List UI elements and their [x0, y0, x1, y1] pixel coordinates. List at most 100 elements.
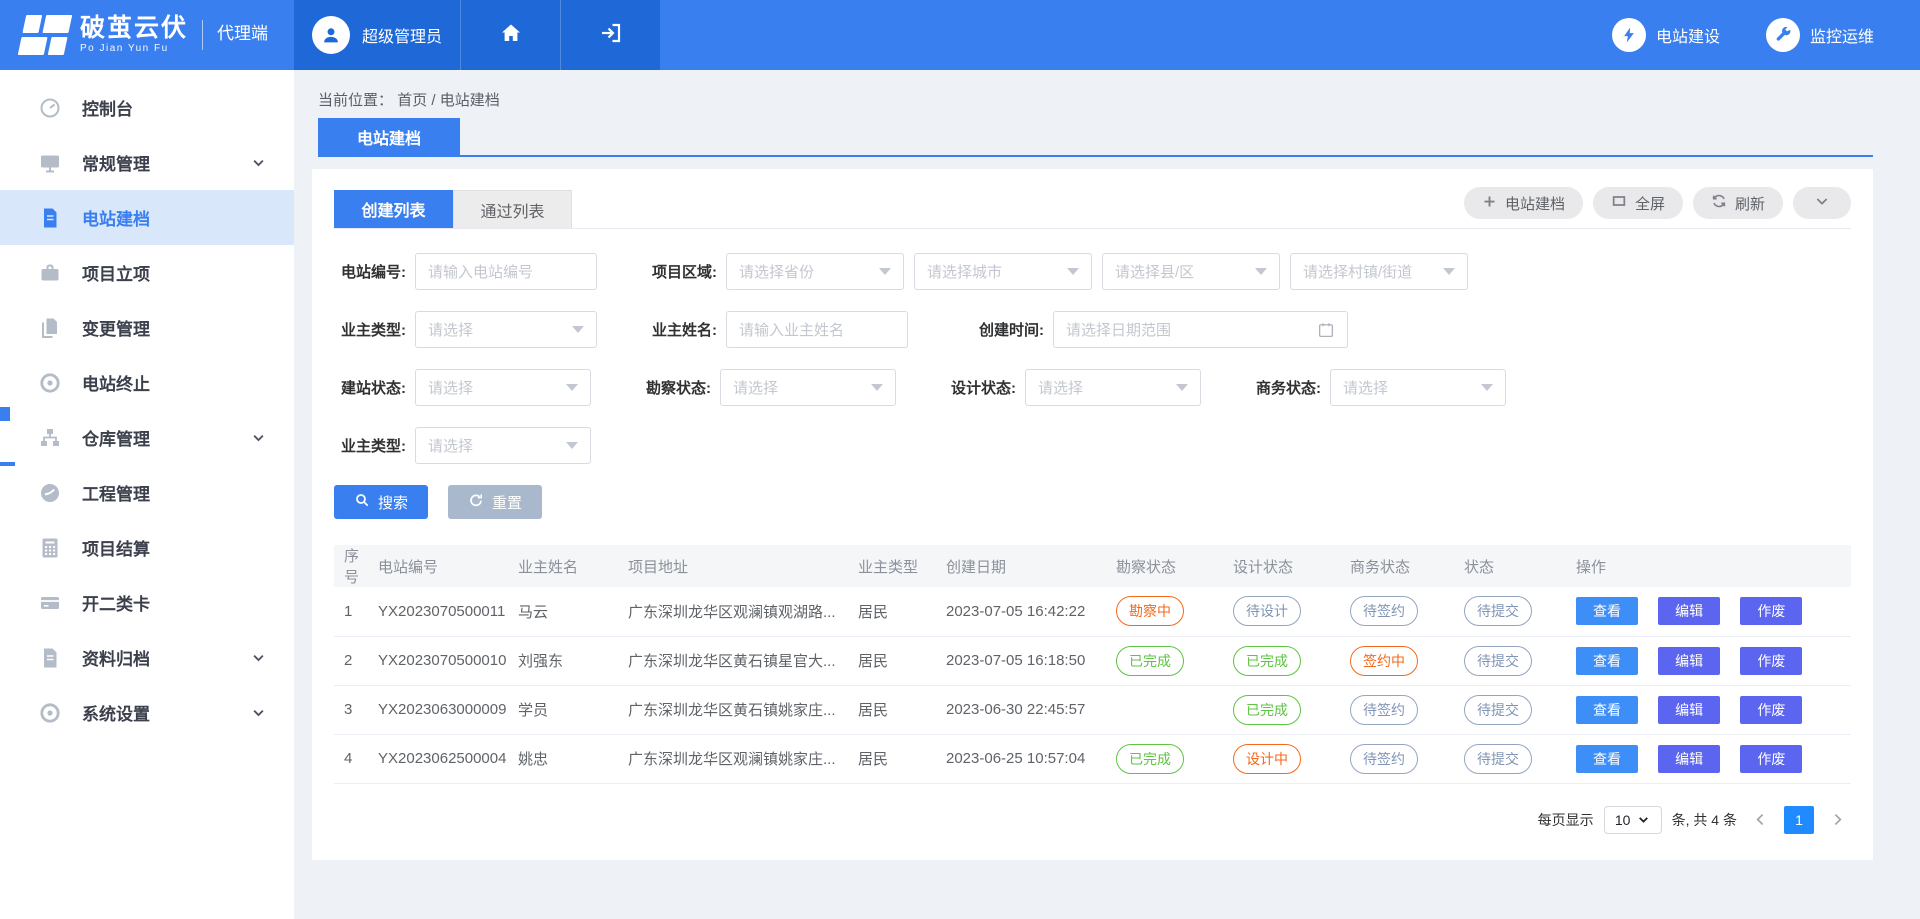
date-range-input[interactable]: 请选择日期范围 — [1053, 311, 1348, 348]
sidebar-item-engineering-mgmt[interactable]: 工程管理 — [0, 465, 294, 520]
owner-type2-label: 业主类型: — [334, 435, 406, 456]
cell-station-no: YX2023062500004 — [378, 734, 518, 783]
design-status-select[interactable]: 请选择 — [1025, 369, 1201, 406]
build-status-select[interactable]: 请选择 — [415, 369, 591, 406]
next-page-button[interactable] — [1824, 811, 1851, 828]
total-count-label: 条, 共 4 条 — [1672, 810, 1737, 830]
fullscreen-button[interactable]: 全屏 — [1593, 187, 1683, 219]
col-owner-type: 业主类型 — [858, 545, 946, 587]
view-button[interactable]: 查看 — [1576, 647, 1638, 675]
table-row: 1 YX2023070500011 马云 广东深圳龙华区观澜镇观湖路... 居民… — [334, 587, 1851, 636]
breadcrumb: 当前位置： 首页 / 电站建档 — [294, 70, 1920, 110]
owner-type-select[interactable]: 请选择 — [415, 311, 597, 348]
owner-type2-select[interactable]: 请选择 — [415, 427, 591, 464]
invalidate-button[interactable]: 作废 — [1740, 647, 1802, 675]
cell-station-no: YX2023070500010 — [378, 636, 518, 685]
divider — [202, 20, 203, 50]
edit-button[interactable]: 编辑 — [1658, 696, 1720, 724]
edit-button[interactable]: 编辑 — [1658, 647, 1720, 675]
sidebar-item-project-initiation[interactable]: 项目立项 — [0, 245, 294, 300]
sidebar-item-label: 控制台 — [82, 95, 133, 120]
sidebar-item-label: 电站终止 — [82, 370, 150, 395]
breadcrumb-home-link[interactable]: 首页 — [397, 92, 427, 109]
sidebar-item-system-settings[interactable]: 系统设置 — [0, 685, 294, 740]
cell-owner-type: 居民 — [858, 587, 946, 636]
sidebar-item-general-mgmt[interactable]: 常规管理 — [0, 135, 294, 190]
sidebar-item-label: 资料归档 — [82, 645, 150, 670]
table-header-row: 序号 电站编号 业主姓名 项目地址 业主类型 创建日期 勘察状态 设计状态 商务… — [334, 545, 1851, 587]
cell-index: 2 — [334, 636, 378, 685]
sidebar-item-console[interactable]: 控制台 — [0, 80, 294, 135]
survey-status-select[interactable]: 请选择 — [720, 369, 896, 406]
view-button[interactable]: 查看 — [1576, 696, 1638, 724]
collapse-button[interactable] — [1793, 187, 1851, 219]
edit-button[interactable]: 编辑 — [1658, 745, 1720, 773]
village-select[interactable]: 请选择村镇/街道 — [1290, 253, 1468, 290]
stop-circle-icon — [38, 371, 62, 395]
edit-button[interactable]: 编辑 — [1658, 597, 1720, 625]
sidebar-item-station-archive[interactable]: 电站建档 — [0, 190, 294, 245]
col-index: 序号 — [334, 545, 378, 587]
view-button[interactable]: 查看 — [1576, 745, 1638, 773]
nav-station-build[interactable]: 电站建设 — [1612, 18, 1720, 52]
pages-icon — [38, 316, 62, 340]
province-select[interactable]: 请选择省份 — [726, 253, 904, 290]
reset-button[interactable]: 重置 — [448, 485, 542, 519]
tab-station-archive[interactable]: 电站建档 — [318, 118, 460, 155]
sidebar-item-station-terminate[interactable]: 电站终止 — [0, 355, 294, 410]
filter-buttons: 搜索 重置 — [334, 485, 1851, 519]
nav-monitor-ops[interactable]: 监控运维 — [1766, 18, 1874, 52]
logout-button[interactable] — [560, 0, 660, 70]
cell-created: 2023-06-25 10:57:04 — [946, 734, 1116, 783]
city-select[interactable]: 请选择城市 — [914, 253, 1092, 290]
stations-table: 序号 电站编号 业主姓名 项目地址 业主类型 创建日期 勘察状态 设计状态 商务… — [334, 545, 1851, 784]
survey-status-badge: 勘察中 — [1116, 596, 1184, 626]
business-status-select[interactable]: 请选择 — [1330, 369, 1506, 406]
sidebar-item-open-card[interactable]: 开二类卡 — [0, 575, 294, 630]
sidebar-item-change-mgmt[interactable]: 变更管理 — [0, 300, 294, 355]
status-badge: 待提交 — [1464, 695, 1532, 725]
survey-status-label: 勘察状态: — [639, 377, 711, 398]
sidebar-item-warehouse-mgmt[interactable]: 仓库管理 — [0, 410, 294, 465]
logo[interactable]: 破茧云伏 Po Jian Yun Fu 代理端 — [0, 0, 294, 70]
create-station-button[interactable]: 电站建档 — [1464, 187, 1583, 219]
business-status-badge: 待签约 — [1350, 744, 1418, 774]
per-page-select[interactable]: 10 — [1604, 806, 1662, 834]
col-survey-status: 勘察状态 — [1116, 545, 1233, 587]
status-badge: 待提交 — [1464, 744, 1532, 774]
sidebar-item-project-settlement[interactable]: 项目结算 — [0, 520, 294, 575]
page-1-button[interactable]: 1 — [1784, 806, 1814, 834]
logout-icon — [599, 21, 623, 50]
tab-passed-list[interactable]: 通过列表 — [453, 190, 572, 228]
breadcrumb-current: 电站建档 — [440, 92, 500, 109]
owner-type-label: 业主类型: — [334, 319, 406, 340]
filter-row-1: 电站编号: 请输入电站编号 项目区域: 请选择省份 请选择城市 请选择县/区 — [334, 253, 1851, 290]
col-owner-name: 业主姓名 — [518, 545, 628, 587]
sidebar-item-label: 电站建档 — [82, 205, 150, 230]
prev-page-button[interactable] — [1747, 811, 1774, 828]
invalidate-button[interactable]: 作废 — [1740, 597, 1802, 625]
cell-address: 广东深圳龙华区观澜镇姚家庄... — [628, 734, 858, 783]
sidebar-item-data-archive[interactable]: 资料归档 — [0, 630, 294, 685]
station-no-input[interactable]: 请输入电站编号 — [415, 253, 597, 290]
invalidate-button[interactable]: 作废 — [1740, 745, 1802, 773]
table-row: 2 YX2023070500010 刘强东 广东深圳龙华区黄石镇星官大... 居… — [334, 636, 1851, 685]
lightning-icon — [1612, 18, 1646, 52]
cell-owner-name: 学员 — [518, 685, 628, 734]
filter-row-3: 建站状态: 请选择 勘察状态: 请选择 设计状态: 请选择 商务状态: 请选择 — [334, 369, 1851, 406]
home-button[interactable] — [460, 0, 560, 70]
invalidate-button[interactable]: 作废 — [1740, 696, 1802, 724]
owner-name-input[interactable]: 请输入业主姓名 — [726, 311, 908, 348]
header-right-nav: 电站建设 监控运维 — [1612, 0, 1920, 70]
search-button[interactable]: 搜索 — [334, 485, 428, 519]
view-button[interactable]: 查看 — [1576, 597, 1638, 625]
tab-create-list[interactable]: 创建列表 — [334, 190, 453, 228]
refresh-button[interactable]: 刷新 — [1693, 187, 1783, 219]
breadcrumb-separator: / — [431, 92, 435, 109]
county-select[interactable]: 请选择县/区 — [1102, 253, 1280, 290]
per-page-label: 每页显示 — [1538, 810, 1594, 830]
user-menu[interactable]: 超级管理员 — [294, 0, 460, 70]
archive-icon — [38, 646, 62, 670]
sidebar-item-label: 工程管理 — [82, 480, 150, 505]
scrollbar-thumb[interactable] — [0, 407, 10, 421]
